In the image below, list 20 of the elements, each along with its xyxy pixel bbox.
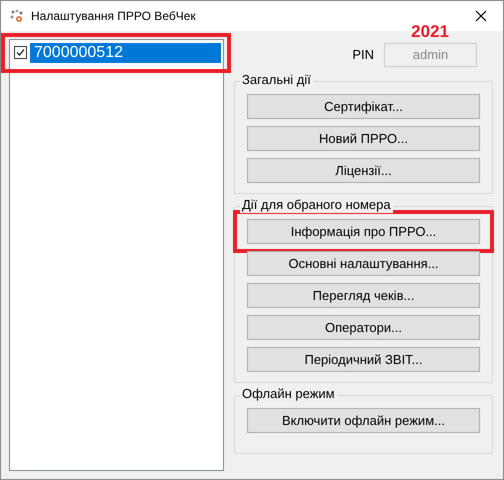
group-title: Дії для обраного номера [240,197,393,213]
action-button[interactable]: Основні налаштування... [247,251,480,276]
list-item-label[interactable]: 7000000512 [30,42,221,62]
year-annotation: 2021 [411,21,449,43]
action-button[interactable]: Ліцензії... [247,158,480,183]
group-title: Офлайн режим [240,386,337,402]
group-title: Загальні дії [240,72,313,88]
action-button[interactable]: Перегляд чеків... [247,283,480,308]
checkbox[interactable] [14,46,27,59]
action-button[interactable]: Новий ПРРО... [247,126,480,151]
close-icon [475,10,487,22]
pin-label: PIN [352,46,374,64]
checkmark-icon [16,48,25,57]
action-button[interactable]: Оператори... [247,315,480,340]
window-title: Налаштування ПРРО ВебЧек [31,8,196,25]
app-icon [9,8,25,24]
action-button[interactable]: Періодичний ЗВІТ... [247,347,480,372]
action-button[interactable]: Інформація про ПРРО... [247,219,480,244]
action-button[interactable]: Сертифікат... [247,94,480,119]
action-button[interactable]: Включити офлайн режим... [247,408,480,433]
